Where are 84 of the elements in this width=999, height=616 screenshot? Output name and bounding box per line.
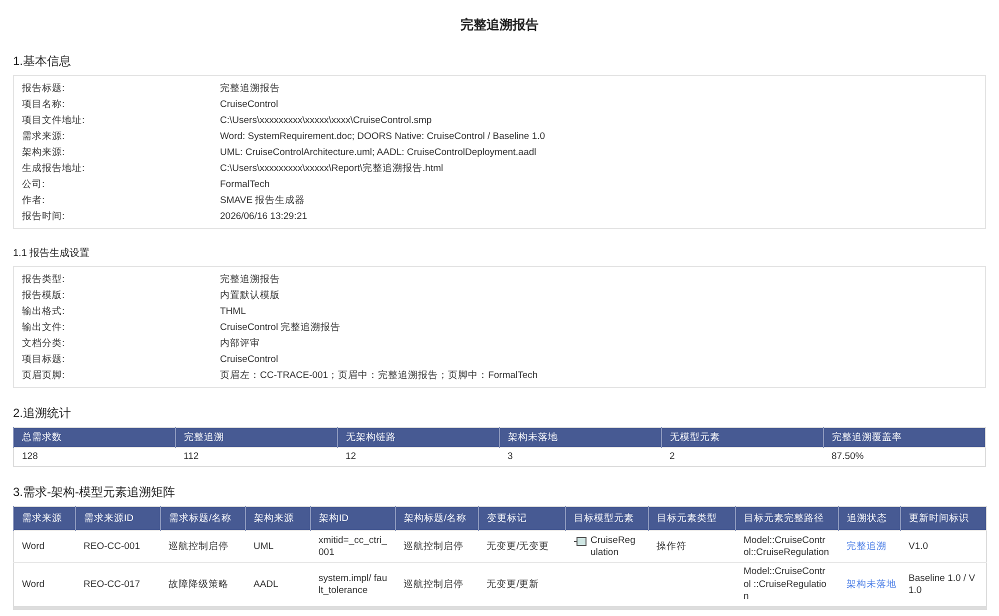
column-header: 完整追溯 (176, 428, 338, 448)
info-label: 报告类型: (22, 272, 66, 286)
table-cell: Model::CruiseControl::CruiseRegulation (744, 534, 830, 558)
table-cell: V1.0 (908, 540, 928, 552)
info-label: 输出文件: (22, 320, 66, 334)
info-value: C:\Users\xxxxxxxxx\xxxxx\Report\完整追溯报告.html (220, 162, 444, 174)
column-header: 需求标题/名称 (160, 506, 246, 531)
table-cell: xmitid=_cc_ctri_001 (318, 534, 387, 558)
table-cell: 巡航控制启停 (404, 578, 464, 590)
column-header: 追溯状态 (838, 506, 900, 531)
info-label: 页眉页脚: (22, 368, 66, 382)
info-label: 作者: (22, 194, 46, 206)
info-value: Word: SystemRequirement.doc; DOORS Native: CruiseControl / Baseline 1.0 (220, 130, 546, 142)
table-cell: AADL (254, 578, 278, 590)
column-header: 目标模型元素 (566, 506, 648, 531)
subsection-heading: 1.1 报告生成设置 (13, 246, 91, 261)
model-element: CruiseRegulation (590, 534, 636, 560)
column-header: 架构来源 (246, 506, 310, 531)
info-value: 内部评审 (220, 336, 261, 350)
column-header: 无模型元素 (662, 428, 824, 448)
info-label: 项目标题: (22, 352, 66, 366)
column-header: 架构ID (310, 506, 396, 531)
info-label: 输出格式: (22, 304, 66, 318)
class-element-icon (574, 536, 586, 546)
section-heading: 3.需求-架构-模型元素追溯矩阵 (13, 484, 176, 502)
info-value: 页眉左：CC-TRACE-001；页眉中：完整追溯报告；页脚中：FormalTech (220, 368, 539, 382)
table-cell: 无变更/更新 (486, 578, 540, 590)
trace-status-link[interactable]: 完整追溯 (846, 540, 886, 552)
section-heading: 1.基本信息 (13, 53, 72, 70)
table-cell: 故障降级策略 (168, 578, 228, 590)
table-cell: 3 (500, 448, 662, 467)
info-value: CruiseControl (220, 354, 280, 364)
table-cell: system.impl/ fault_tolerance (318, 572, 388, 596)
table-cell: Word (22, 540, 45, 552)
info-label: 报告标题: (22, 82, 66, 94)
trace-status-link[interactable]: 架构未落地 (846, 578, 896, 590)
table-cell: 87.50% (824, 448, 986, 467)
info-value: THML (220, 306, 247, 316)
section-heading: 2.追溯统计 (13, 405, 72, 422)
table-cell: REO-CC-017 (84, 578, 140, 590)
info-label: 生成报告地址: (22, 162, 86, 174)
info-label: 需求来源: (22, 130, 66, 142)
table-cell: 128 (14, 448, 176, 467)
info-value: CruiseControl 完整追溯报告 (220, 320, 342, 334)
info-value: 完整追溯报告 (220, 272, 281, 286)
table-cell: Model::CruiseControl ::CruiseRegulation (744, 566, 826, 602)
table-cell: UML (254, 540, 274, 552)
info-value: C:\Users\xxxxxxxxx\xxxxx\xxxx\CruiseControl.smp (220, 114, 433, 126)
column-header: 架构标题/名称 (396, 506, 478, 531)
info-value: 2026/06/16 13:29:21 (220, 210, 308, 222)
column-header: 总需求数 (14, 428, 176, 448)
column-header: 需求来源 (14, 506, 76, 531)
table-cell: Baseline 1.0 / V1.0 (908, 572, 976, 596)
info-value: 完整追溯报告 (220, 82, 281, 94)
table-cell: Word (22, 578, 45, 590)
report-title: 完整追溯报告 (460, 16, 540, 34)
table-cell: 巡航控制启停 (404, 540, 464, 552)
table-cell: REO-CC-001 (84, 540, 140, 552)
table-cell: 操作符 (656, 540, 686, 552)
info-label: 报告时间: (22, 210, 66, 222)
info-value: 内置默认模版 (220, 288, 281, 302)
column-header: 变更标记 (478, 506, 566, 531)
table-cell: 巡航控制启停 (168, 540, 228, 552)
table-cell: 2 (662, 448, 824, 467)
info-label: 架构来源: (22, 146, 66, 158)
column-header: 架构未落地 (500, 428, 662, 448)
info-value: FormalTech (220, 178, 271, 190)
info-label: 报告模版: (22, 288, 66, 302)
info-label: 项目名称: (22, 98, 66, 110)
column-header: 目标元素类型 (648, 506, 736, 531)
table-cell: 12 (338, 448, 500, 467)
column-header: 完整追溯覆盖率 (824, 428, 986, 448)
info-value: CruiseControl (220, 98, 280, 110)
column-header: 目标元素完整路径 (736, 506, 838, 531)
info-label: 项目文件地址: (22, 114, 86, 126)
info-value: SMAVE 报告生成器 (220, 194, 306, 206)
table-cell: 112 (176, 448, 338, 467)
table-cell: 无变更/无变更 (486, 540, 550, 552)
column-header: 更新时间标识 (900, 506, 986, 531)
column-header: 无架构链路 (338, 428, 500, 448)
info-value: UML: CruiseControlArchitecture.uml; AADL: CruiseControlDeployment.aadl (220, 146, 538, 158)
info-label: 文档分类: (22, 336, 66, 350)
info-label: 公司: (22, 178, 46, 190)
column-header: 需求来源ID (76, 506, 160, 531)
